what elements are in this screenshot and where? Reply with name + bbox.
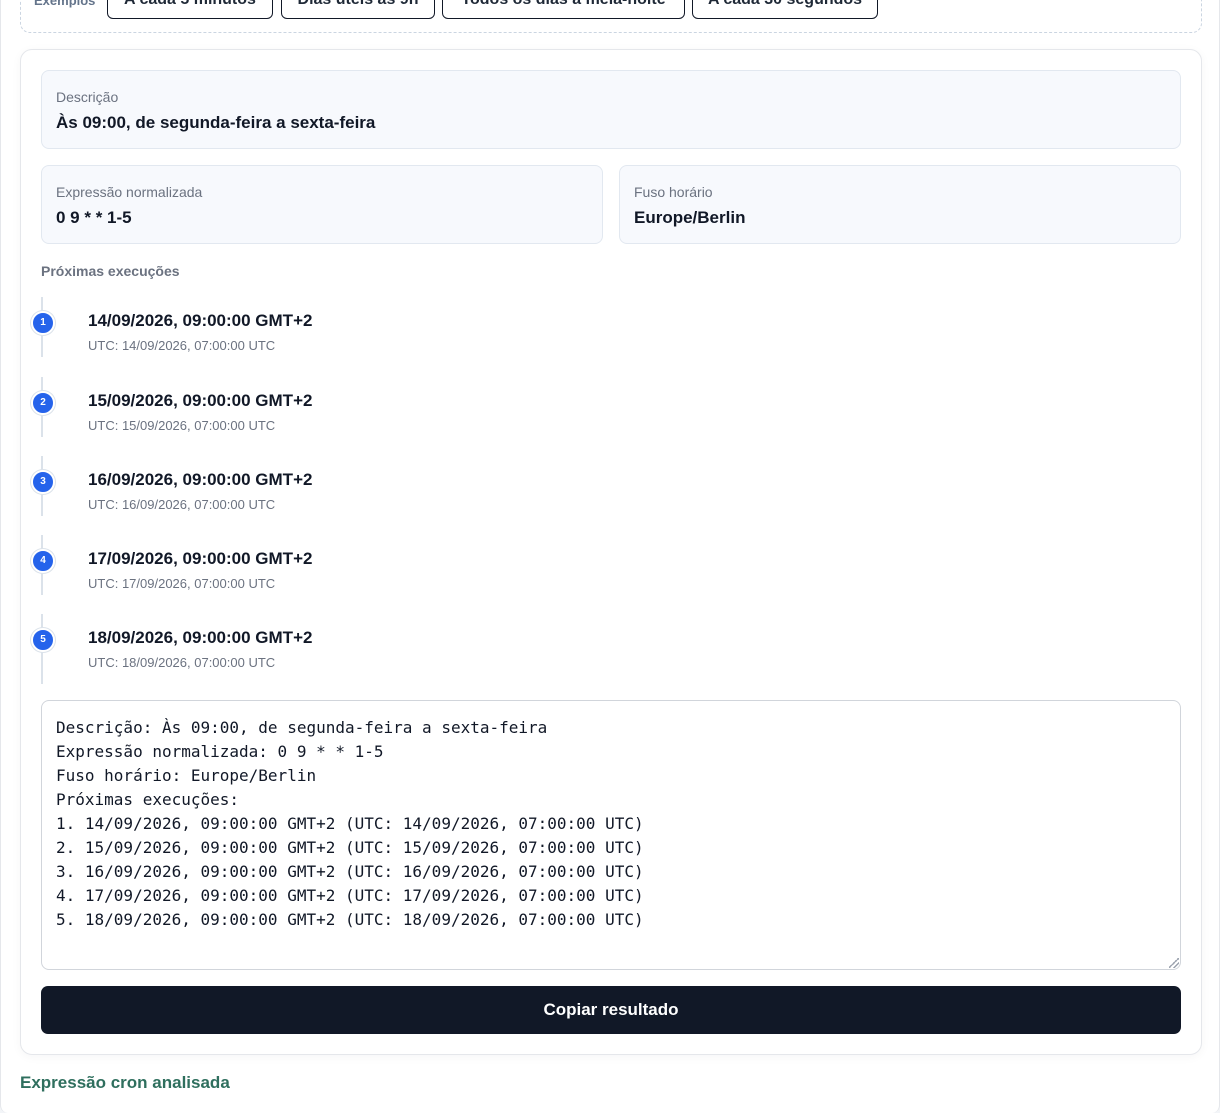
copy-result-button[interactable]: Copiar resultado (41, 986, 1181, 1034)
next-runs-timeline: 1 14/09/2026, 09:00:00 GMT+2 UTC: 14/09/… (31, 297, 631, 685)
timezone-label: Fuso horário (634, 184, 713, 200)
example-every-5-minutes-button[interactable]: A cada 5 minutos (107, 0, 273, 19)
status-message: Expressão cron analisada (20, 1073, 230, 1092)
run-utc-time: UTC: 15/09/2026, 07:00:00 UTC (88, 418, 276, 433)
timeline-item: 1 14/09/2026, 09:00:00 GMT+2 UTC: 14/09/… (31, 297, 631, 376)
run-utc-time: UTC: 18/09/2026, 07:00:00 UTC (88, 655, 276, 670)
run-utc-time: UTC: 16/09/2026, 07:00:00 UTC (88, 497, 276, 512)
timeline-marker: 2 (31, 391, 55, 415)
textarea-resize-handle[interactable] (1169, 958, 1179, 968)
run-utc-time: UTC: 17/09/2026, 07:00:00 UTC (88, 576, 276, 591)
run-local-time: 17/09/2026, 09:00:00 GMT+2 (88, 549, 313, 568)
timeline-item: 2 15/09/2026, 09:00:00 GMT+2 UTC: 15/09/… (31, 377, 631, 456)
run-local-time: 14/09/2026, 09:00:00 GMT+2 (88, 311, 313, 330)
result-card: Descrição Às 09:00, de segunda-feira a s… (20, 49, 1202, 1055)
run-utc-time: UTC: 14/09/2026, 07:00:00 UTC (88, 338, 276, 353)
timeline-marker: 4 (31, 549, 55, 573)
normalized-expression-value: 0 9 * * 1-5 (56, 208, 132, 227)
result-output-textarea[interactable]: Descrição: Às 09:00, de segunda-feira a … (41, 700, 1181, 970)
timeline-item: 5 18/09/2026, 09:00:00 GMT+2 UTC: 18/09/… (31, 614, 631, 693)
examples-panel: Exemplos A cada 5 minutos Dias úteis às … (20, 0, 1202, 33)
example-every-30-seconds-button[interactable]: A cada 30 segundos (692, 0, 878, 19)
timeline-marker: 5 (31, 628, 55, 652)
timezone-box: Fuso horário Europe/Berlin (619, 165, 1181, 244)
next-runs-heading: Próximas execuções (41, 263, 180, 279)
example-daily-midnight-button[interactable]: Todos os dias à meia-noite (442, 0, 685, 19)
timeline-item: 4 17/09/2026, 09:00:00 GMT+2 UTC: 17/09/… (31, 535, 631, 614)
run-local-time: 15/09/2026, 09:00:00 GMT+2 (88, 391, 313, 410)
normalized-expression-label: Expressão normalizada (56, 184, 203, 200)
run-local-time: 16/09/2026, 09:00:00 GMT+2 (88, 470, 313, 489)
normalized-expression-box: Expressão normalizada 0 9 * * 1-5 (41, 165, 603, 244)
description-box: Descrição Às 09:00, de segunda-feira a s… (41, 70, 1181, 149)
timeline-marker: 3 (31, 470, 55, 494)
examples-label: Exemplos (34, 0, 96, 8)
description-value: Às 09:00, de segunda-feira a sexta-feira (56, 113, 376, 132)
run-local-time: 18/09/2026, 09:00:00 GMT+2 (88, 628, 313, 647)
example-weekdays-9am-button[interactable]: Dias úteis às 9h (281, 0, 435, 19)
description-label: Descrição (56, 89, 119, 105)
timeline-item: 3 16/09/2026, 09:00:00 GMT+2 UTC: 16/09/… (31, 456, 631, 535)
timezone-value: Europe/Berlin (634, 208, 746, 227)
timeline-marker: 1 (31, 311, 55, 335)
cron-tool-page: Exemplos A cada 5 minutos Dias úteis às … (0, 0, 1220, 1113)
